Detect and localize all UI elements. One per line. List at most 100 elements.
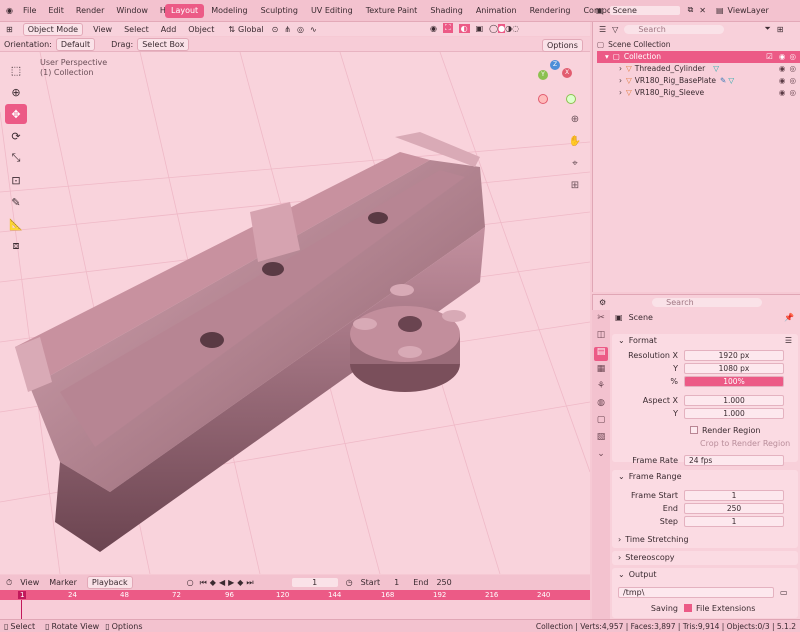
file-extensions-checkbox[interactable] [684, 604, 692, 612]
expand-icon[interactable]: › [619, 87, 622, 99]
menu-edit[interactable]: Edit [42, 0, 70, 22]
play-icon[interactable]: ▶ [228, 578, 234, 587]
tool-tab-icon[interactable]: ✂ [594, 313, 608, 327]
options-dropdown[interactable]: Options [542, 39, 583, 52]
xray-icon[interactable]: ▣ [476, 24, 484, 33]
gizmo-neg-y[interactable] [566, 94, 576, 104]
zoom-icon[interactable]: ⊕ [567, 114, 583, 130]
scene-selector[interactable]: Scene [609, 5, 680, 15]
overlay-toggle-icon[interactable]: ◐ [458, 23, 470, 33]
shading-wireframe-icon[interactable]: ◯ [489, 24, 498, 33]
outliner-item[interactable]: › ▽ VR180_Rig_BasePlate ✎ ▽ ◉ ◎ [597, 75, 800, 87]
output-panel-header[interactable]: ⌄ Output [612, 568, 798, 582]
measure-icon[interactable]: 📐 [5, 214, 27, 234]
render-tab-icon[interactable]: ◫ [594, 330, 608, 344]
next-key-icon[interactable]: ◆ [237, 578, 243, 587]
mode-selector[interactable]: Object Mode [22, 22, 84, 36]
navigation-gizmo[interactable]: X Y Z [534, 60, 580, 106]
jump-start-icon[interactable]: ⏮ [200, 578, 207, 588]
move-icon[interactable]: ✥ [5, 104, 27, 124]
scale-icon[interactable]: ⤡ [5, 148, 27, 168]
playback-dropdown[interactable]: Playback [86, 576, 133, 589]
pan-hand-icon[interactable]: ✋ [567, 136, 583, 152]
aspect-y-field[interactable]: 1.000 [684, 407, 784, 419]
timeline-editor-icon[interactable]: ⏱ [6, 578, 12, 588]
pin-icon[interactable]: 📌 [784, 313, 794, 322]
ortho-toggle-icon[interactable]: ⊞ [567, 180, 583, 196]
gizmo-axis-y[interactable]: Y [538, 70, 548, 80]
cursor-icon[interactable]: ⊕ [5, 82, 27, 102]
prev-key-icon[interactable]: ◆ [210, 578, 216, 587]
annotate-icon[interactable]: ✎ [5, 192, 27, 212]
outliner-editor-icon[interactable]: ☰ [599, 25, 606, 34]
new-scene-icon[interactable]: ⧉ [688, 5, 694, 15]
eye-icon[interactable]: ◉ [779, 63, 786, 75]
blender-logo-icon[interactable]: ◉ [2, 0, 17, 22]
collection-tab-icon[interactable]: ▢ [594, 415, 608, 429]
record-icon[interactable]: ○ [187, 578, 194, 587]
eye-icon[interactable]: ◉ [779, 51, 786, 63]
menu-select[interactable]: Select [124, 25, 149, 34]
eye-icon[interactable]: ◉ [779, 87, 786, 99]
frame-start-field[interactable]: 1 [684, 489, 784, 501]
expand-icon[interactable]: › [618, 551, 621, 565]
expand-icon[interactable]: › [619, 75, 622, 87]
timeline-menu-view[interactable]: View [20, 578, 39, 587]
collapse-icon[interactable]: ⌄ [618, 334, 625, 348]
end-frame[interactable]: 250 [436, 578, 451, 587]
stereoscopy-panel[interactable]: › Stereoscopy [612, 551, 798, 565]
tab-shading[interactable]: Shading [424, 4, 469, 18]
gizmo-toggle-icon[interactable]: ⛶ [442, 23, 453, 33]
menu-render[interactable]: Render [70, 0, 110, 22]
menu-object[interactable]: Object [188, 25, 214, 34]
view-layer-tab-icon[interactable]: ▦ [594, 364, 608, 378]
scene-tab-icon[interactable]: ⚘ [594, 381, 608, 395]
camera-icon[interactable]: ◎ [789, 75, 796, 87]
camera-icon[interactable]: ◎ [789, 51, 796, 63]
collapse-icon[interactable]: ▾ [605, 51, 609, 63]
camera-icon[interactable]: ◎ [789, 63, 796, 75]
gizmo-axis-z[interactable]: Z [550, 60, 560, 70]
add-cube-icon[interactable]: ⧈ [5, 236, 27, 256]
frame-step-field[interactable]: 1 [684, 515, 784, 527]
outliner-collection[interactable]: ▾ ▢ Collection ☑ ◉ ◎ [597, 51, 800, 63]
transform-orientation[interactable]: Global [238, 25, 264, 34]
resolution-percent-field[interactable]: 100% [684, 375, 784, 387]
tab-animation[interactable]: Animation [470, 4, 523, 18]
camera-view-icon[interactable]: ⌖ [567, 158, 583, 174]
outliner-item[interactable]: › ▽ Threaded_Cylinder ▽ ◉ ◎ [597, 63, 800, 75]
close-scene-icon[interactable]: ✕ [699, 6, 706, 15]
properties-search[interactable]: Search [652, 297, 763, 307]
filter-icon[interactable]: ▽ [612, 25, 618, 34]
collapse-icon[interactable]: ⌄ [618, 568, 625, 582]
aspect-x-field[interactable]: 1.000 [684, 394, 784, 406]
resolution-y-field[interactable]: 1080 px [684, 362, 784, 374]
resolution-x-field[interactable]: 1920 px [684, 349, 784, 361]
camera-icon[interactable]: ◎ [789, 87, 796, 99]
frame-rate-dropdown[interactable]: 24 fps [684, 454, 784, 466]
expand-icon[interactable]: › [618, 535, 621, 544]
wave-icon[interactable]: ∿ [310, 25, 317, 34]
shading-solid-icon[interactable]: ● [498, 23, 506, 33]
viewport-canvas[interactable] [0, 52, 590, 574]
visibility-icon[interactable]: ◉ [430, 24, 437, 33]
tab-sculpting[interactable]: Sculpting [255, 4, 304, 18]
start-frame[interactable]: 1 [394, 578, 399, 587]
pivot-icon[interactable]: ⊙ [272, 25, 279, 34]
playhead[interactable] [21, 600, 22, 619]
checkbox-icon[interactable]: ☑ [766, 51, 773, 63]
tab-layout[interactable]: Layout [165, 4, 205, 18]
output-tab-icon[interactable]: ▤ [594, 347, 608, 361]
drag-selector[interactable]: Select Box [137, 37, 190, 51]
timeline-ruler[interactable]: 1 24 48 72 96 120 144 168 192 216 240 [0, 590, 590, 600]
menu-add[interactable]: Add [161, 25, 177, 34]
editor-type-icon[interactable]: ⊞ [6, 25, 13, 34]
transform-icon[interactable]: ⊡ [5, 170, 27, 190]
format-panel-header[interactable]: ⌄ Format ☰ [612, 334, 798, 348]
eye-icon[interactable]: ◉ [779, 75, 786, 87]
outliner-scene-collection[interactable]: ▢ Scene Collection [597, 39, 800, 51]
snap-icon[interactable]: ⋔ [284, 25, 291, 34]
expand-icon[interactable]: › [619, 63, 622, 75]
frame-end-field[interactable]: 250 [684, 502, 784, 514]
tab-rendering[interactable]: Rendering [524, 4, 577, 18]
